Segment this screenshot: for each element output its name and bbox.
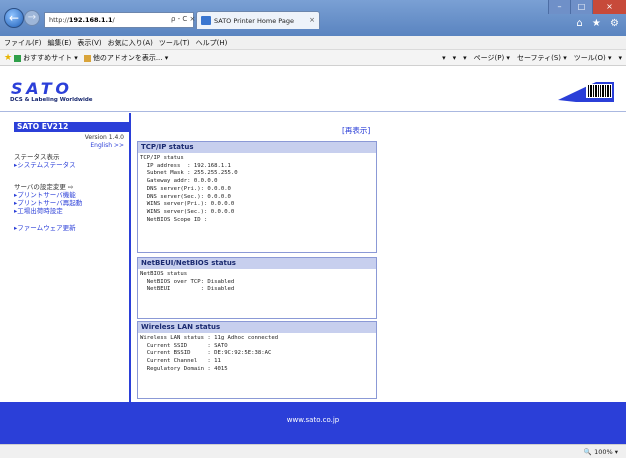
suggested-sites-icon [14,54,22,62]
page-icon [201,16,211,25]
tab-sato-home[interactable]: SATO Printer Home Page × [196,11,320,29]
svg-text:SATO: SATO [11,80,69,96]
menu-favorites[interactable]: お気に入り(A) [108,38,153,48]
command-bar: ▾ ▾ ▾ ページ(P) ▾ セーフティ(S) ▾ ツール(O) ▾ ▾ [435,53,622,63]
page-menu[interactable]: ページ(P) ▾ [474,53,510,63]
window-controls: – □ × [548,0,626,14]
menu-tools[interactable]: ツール(T) [159,38,190,48]
web-page: SATO DCS & Labeling Worldwide SATO EV212… [0,66,626,444]
tab-title: SATO Printer Home Page [214,17,295,25]
wireless-lan-status-panel: Wireless LAN status Wireless LAN status … [137,321,377,399]
printer-graphic [558,82,614,102]
netbeui-status-panel: NetBEUI/NetBIOS status NetBIOS status Ne… [137,257,377,319]
menu-file[interactable]: ファイル(F) [4,38,42,48]
maximize-button[interactable]: □ [570,0,592,14]
sidebar-item-factory-default[interactable]: ▸工場出荷時設定 [14,205,63,215]
tools-menu[interactable]: ツール(O) ▾ [574,53,612,63]
footer-url-link[interactable]: www.sato.co.jp [0,416,626,424]
tcpip-status-panel: TCP/IP status TCP/IP status IP address :… [137,141,377,253]
tcpip-status-text: TCP/IP status IP address : 192.168.1.1 S… [140,155,238,223]
home-favorites-tools-icons[interactable]: ⌂ ★ ⚙ [576,18,622,29]
menu-help[interactable]: ヘルプ(H) [196,38,228,48]
page-header: SATO DCS & Labeling Worldwide [0,66,626,112]
close-button[interactable]: × [592,0,626,14]
address-buttons[interactable]: ρ - C × [171,15,195,23]
wireless-lan-status-text: Wireless LAN status : 11g Adhoc connecte… [140,335,279,372]
addons-link[interactable]: 他のアドオンを表示... ▾ [93,53,168,63]
print-cmd[interactable]: ▾ [463,54,467,62]
favorites-star-icon[interactable]: ★ [4,53,12,63]
netbeui-status-title: NetBEUI/NetBIOS status [138,258,376,269]
wireless-lan-status-title: Wireless LAN status [138,322,376,333]
suggested-sites-link[interactable]: おすすめサイト ▾ [23,53,78,63]
address-bar[interactable]: http://192.168.1.1/ ρ - C × [44,12,195,28]
page-footer: www.sato.co.jp [0,402,626,444]
feeds-cmd[interactable]: ▾ [453,54,457,62]
home-cmd[interactable]: ▾ [442,54,446,62]
help-menu[interactable]: ▾ [618,54,622,62]
sidebar-item-system-status[interactable]: ▸システムステータス [14,159,76,169]
browser-status-bar: 🔍 100% ▾ [0,444,626,458]
refresh-link[interactable]: [再表示] [342,125,370,136]
tcpip-status-title: TCP/IP status [138,142,376,153]
zoom-value: 100% ▾ [594,448,618,456]
addons-icon [83,54,91,62]
browser-titlebar: ← → http://192.168.1.1/ ρ - C × SATO Pri… [0,0,626,36]
tab-close-icon[interactable]: × [309,16,315,24]
menu-bar: ファイル(F) 編集(E) 表示(V) お気に入り(A) ツール(T) ヘルプ(… [0,36,626,50]
menu-view[interactable]: 表示(V) [77,38,101,48]
address-text: http://192.168.1.1/ [49,16,115,24]
minimize-button[interactable]: – [548,0,570,14]
netbeui-status-text: NetBIOS status NetBIOS over TCP: Disable… [140,271,235,293]
menu-edit[interactable]: 編集(E) [48,38,72,48]
logo-tagline: DCS & Labeling Worldwide [10,97,93,103]
favorites-bar: ★ おすすめサイト ▾ 他のアドオンを表示... ▾ ▾ ▾ ▾ ページ(P) … [0,50,626,66]
english-link[interactable]: English >> [90,142,124,149]
sidebar-item-firmware-update[interactable]: ▸ファームウェア更新 [14,222,76,232]
sato-logo: SATO [11,80,69,96]
device-title: SATO EV212 [14,122,131,132]
back-button[interactable]: ← [4,8,24,28]
forward-button[interactable]: → [24,10,40,26]
main-content: [再表示] TCP/IP status TCP/IP status IP add… [133,113,626,402]
version-label: Version 1.4.0 [84,134,124,141]
zoom-level[interactable]: 🔍 100% ▾ [584,448,618,456]
sidebar: SATO EV212 Version 1.4.0 English >> ステータ… [0,113,131,402]
safety-menu[interactable]: セーフティ(S) ▾ [517,53,567,63]
